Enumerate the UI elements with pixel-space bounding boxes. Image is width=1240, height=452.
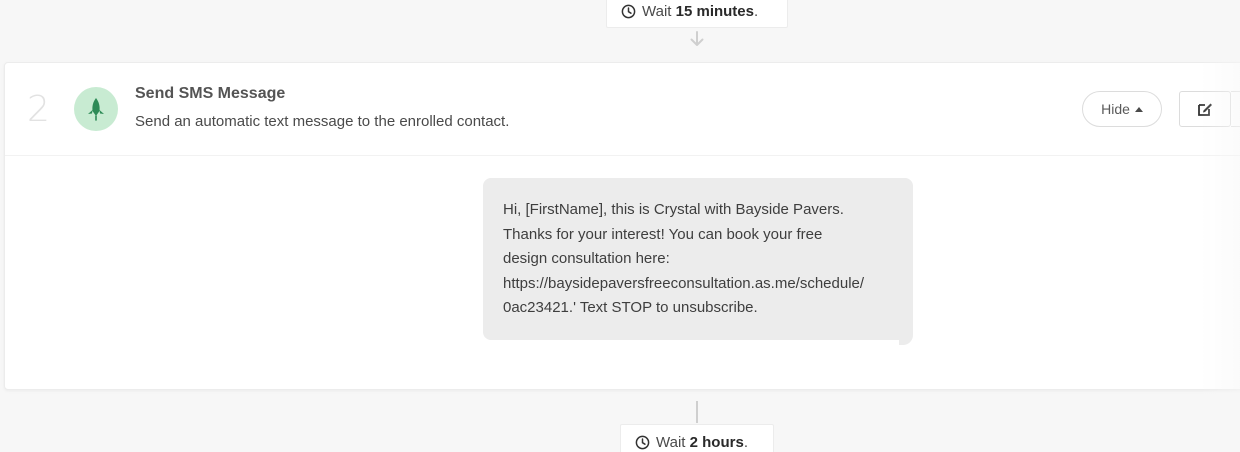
arrow-down-icon [690, 31, 704, 46]
message-line: 0ac23421.' Text STOP to unsubscribe. [503, 299, 758, 316]
wait-delay-badge[interactable]: Wait 15 minutes. [606, 0, 788, 28]
message-line: Thanks for your interest! You can book y… [503, 225, 823, 243]
caret-up-icon [1134, 106, 1143, 112]
wait-suffix: . [743, 433, 748, 451]
edit-button[interactable] [1179, 91, 1231, 127]
wait-prefix: Wait [656, 433, 686, 451]
rocket-icon [74, 87, 118, 131]
step-number: 2 [27, 89, 50, 130]
workflow-canvas: Wait 15 minutes. 2 Send SMS Message Send… [0, 0, 1240, 452]
wait-duration: 15 minutes [675, 2, 754, 20]
message-line: design consultation here: [503, 250, 670, 267]
message-line: Hi, [FirstName], this is Crystal with Ba… [503, 201, 844, 218]
step-title: Send SMS Message [135, 85, 286, 102]
step-description: Send an automatic text message to the en… [135, 113, 510, 130]
clock-icon [621, 4, 636, 18]
workflow-step-card: 2 Send SMS Message Send an automatic tex… [4, 62, 1240, 390]
step-header: 2 Send SMS Message Send an automatic tex… [5, 63, 1240, 156]
message-line: https://baysidepaversfreeconsultation.as… [503, 274, 865, 292]
clock-icon [635, 435, 650, 449]
more-actions-button[interactable] [1231, 91, 1240, 127]
wait-prefix: Wait [642, 2, 672, 20]
edit-icon [1198, 103, 1212, 116]
wait-suffix: . [754, 2, 759, 20]
sms-message-bubble: Hi, [FirstName], this is Crystal with Ba… [483, 178, 913, 340]
hide-button[interactable]: Hide [1082, 91, 1162, 127]
hide-button-label: Hide [1101, 101, 1130, 117]
wait-delay-badge[interactable]: Wait 2 hours. [620, 424, 774, 452]
wait-duration: 2 hours [689, 433, 744, 451]
step-connector-line [696, 401, 698, 423]
bubble-tail [899, 331, 913, 345]
